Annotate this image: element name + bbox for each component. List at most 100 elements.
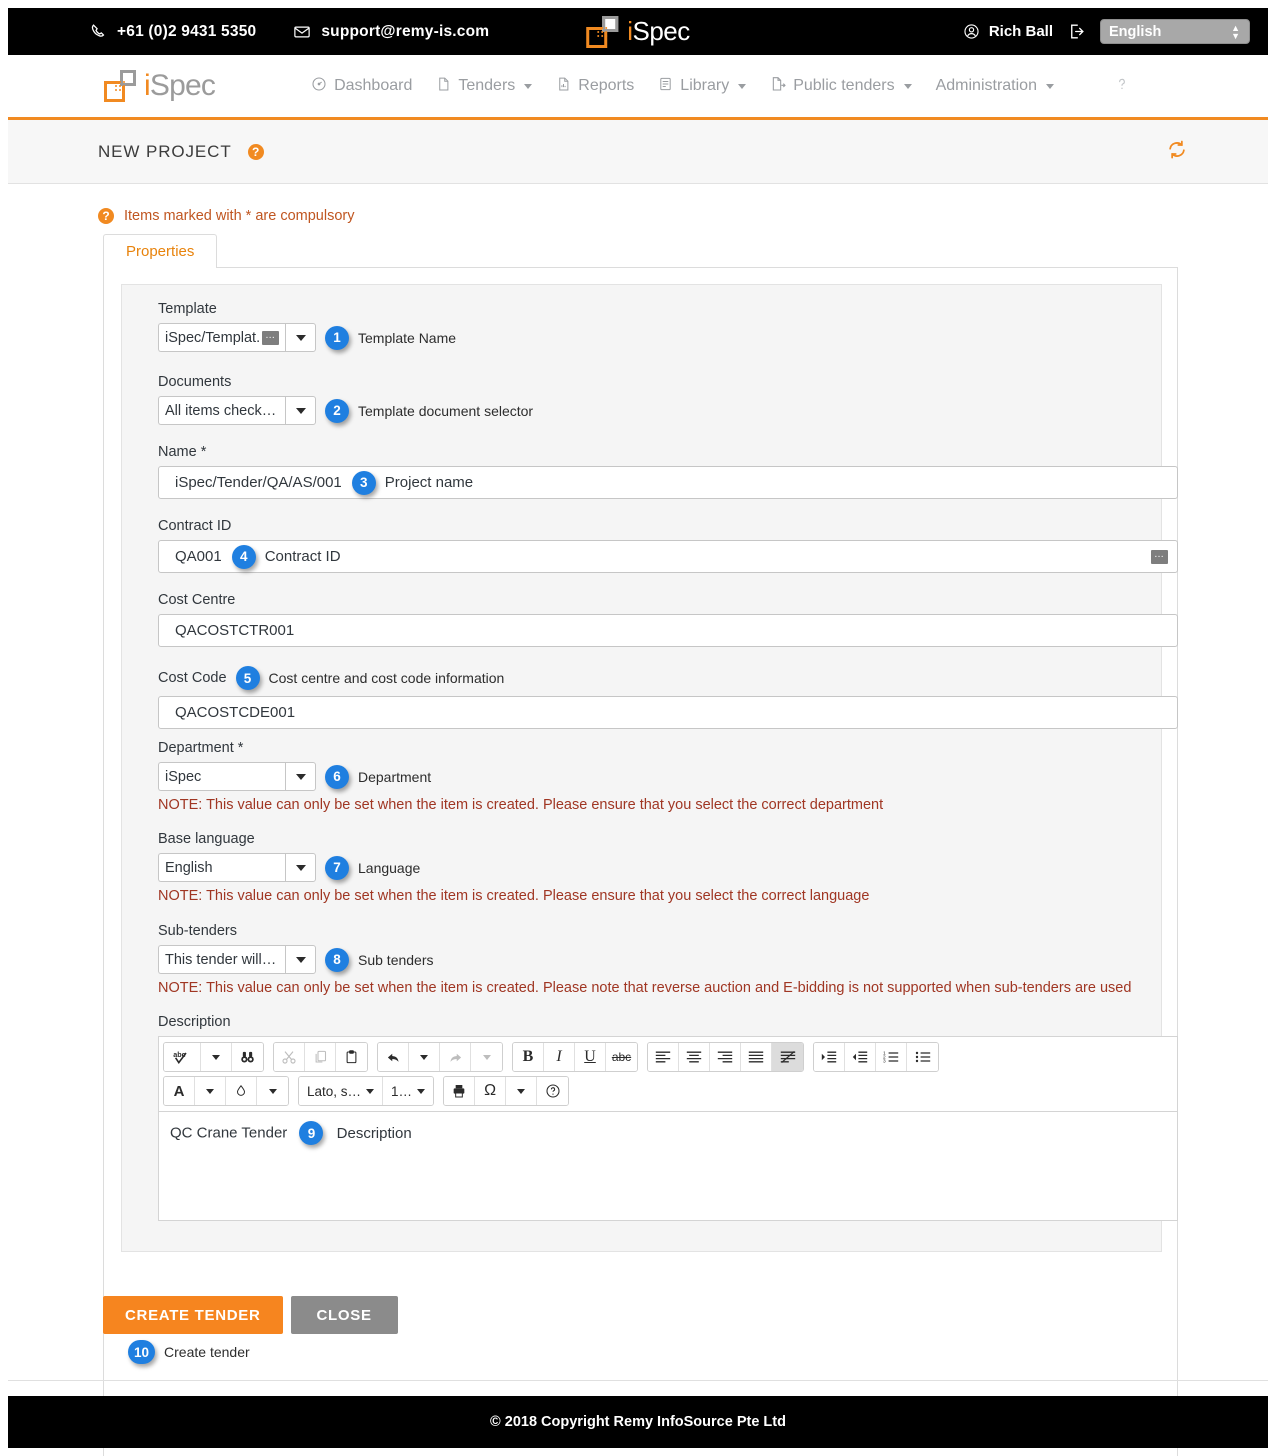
template-dropdown-button[interactable] (285, 323, 316, 352)
template-value: iSpec/Templat. … (158, 323, 285, 352)
strikethrough-button[interactable]: abc (606, 1043, 637, 1071)
undo-icon[interactable] (378, 1043, 409, 1071)
indent-icon[interactable] (814, 1043, 845, 1071)
fill-color-icon[interactable] (226, 1077, 257, 1105)
logout-icon[interactable] (1067, 22, 1086, 41)
label-documents: Documents (158, 374, 232, 390)
nav-item-reports[interactable]: Reports (556, 76, 634, 97)
underline-button[interactable]: U (575, 1043, 606, 1071)
redo-icon[interactable] (440, 1043, 471, 1071)
documents-select[interactable]: All items check… (158, 396, 316, 425)
library-icon (658, 76, 673, 97)
align-left-icon[interactable] (648, 1043, 679, 1071)
nav-item-dashboard[interactable]: Dashboard (311, 76, 412, 97)
editor-help-icon[interactable] (537, 1077, 569, 1105)
font-family-select[interactable]: Lato, s… (299, 1077, 384, 1105)
phone-number: +61 (0)2 9431 5350 (117, 22, 257, 40)
form-container: Template iSpec/Templat. … 1 Template Nam… (121, 284, 1178, 1252)
field-sub-tenders: Sub-tenders This tender will… 8 Sub tend… (158, 923, 1131, 996)
callout-badge-7: 7 (325, 855, 349, 880)
user-account[interactable]: Rich Ball (963, 23, 1053, 40)
contract-id-input[interactable]: QA001 4 Contract ID … (158, 540, 1178, 573)
bullet-list-icon[interactable] (907, 1043, 938, 1071)
spellcheck-icon[interactable]: abc (164, 1043, 201, 1071)
fill-color-dropdown-icon[interactable] (257, 1077, 288, 1105)
create-tender-button[interactable]: CREATE TENDER (103, 1296, 283, 1334)
app-window: +61 (0)2 9431 5350 support@remy-is.com i… (0, 0, 1276, 1456)
align-right-icon[interactable] (710, 1043, 741, 1071)
nav-item-administration[interactable]: Administration (936, 77, 1054, 95)
align-center-icon[interactable] (679, 1043, 710, 1071)
info-icon: ? (98, 208, 114, 224)
bold-button[interactable]: B (513, 1043, 544, 1071)
label-department: Department * (158, 740, 244, 756)
label-template: Template (158, 301, 217, 317)
document-icon (436, 76, 451, 97)
font-size-select[interactable]: 1… (383, 1077, 434, 1105)
contract-id-browse-icon[interactable]: … (1151, 550, 1168, 564)
department-note: NOTE: This value can only be set when th… (158, 797, 884, 813)
document-export-icon (770, 76, 786, 97)
tab-properties[interactable]: Properties (103, 234, 218, 269)
cost-code-input[interactable]: QACOSTCDE001 (158, 696, 1178, 729)
sub-tenders-dropdown-button[interactable] (285, 945, 316, 974)
language-select[interactable]: English ▲ ▼ (1100, 19, 1250, 44)
print-icon[interactable] (444, 1077, 476, 1105)
base-language-value: English (158, 853, 285, 882)
page-help-icon[interactable]: ? (247, 143, 264, 160)
nav-item-public-tenders[interactable]: Public tenders (770, 76, 912, 97)
template-browse-icon[interactable]: … (262, 330, 280, 345)
description-textarea[interactable]: QC Crane Tender 9 Description (158, 1111, 1178, 1221)
align-justify-icon[interactable] (741, 1043, 772, 1071)
callout-caption-10: Create tender (164, 1344, 250, 1360)
documents-dropdown-button[interactable] (285, 396, 316, 425)
special-character-dropdown-icon[interactable] (506, 1077, 538, 1105)
text-color-dropdown-icon[interactable] (195, 1077, 226, 1105)
callout-badge-9: 9 (299, 1121, 324, 1145)
spellcheck-dropdown-icon[interactable] (201, 1043, 232, 1071)
nav-label: Dashboard (334, 77, 413, 94)
page-content: ? Items marked with * are compulsory Pro… (8, 184, 1268, 1456)
find-icon[interactable] (232, 1043, 263, 1071)
nav-logo[interactable]: iSpec (104, 69, 216, 103)
nav-item-library[interactable]: Library (658, 76, 747, 97)
outdent-icon[interactable] (845, 1043, 876, 1071)
italic-button[interactable]: I (544, 1043, 575, 1071)
editor-toolbar-row-1: abc B I U abc 1 2 3 (163, 1042, 1173, 1072)
cost-centre-input[interactable]: QACOSTCTR001 (158, 614, 1178, 647)
department-select[interactable]: iSpec (158, 762, 316, 791)
name-input[interactable]: iSpec/Tender/QA/AS/001 3 Project name (158, 466, 1178, 499)
undo-dropdown-icon[interactable] (409, 1043, 440, 1071)
cut-icon[interactable] (274, 1043, 305, 1071)
nav-help[interactable] (1114, 75, 1142, 98)
base-language-dropdown-button[interactable] (285, 853, 316, 882)
department-dropdown-button[interactable] (285, 762, 316, 791)
callout-caption-9: Description (336, 1124, 412, 1142)
name-value: iSpec/Tender/QA/AS/001 (175, 474, 342, 491)
field-cost-code: Cost Code 5 Cost centre and cost code in… (158, 666, 1178, 729)
redo-dropdown-icon[interactable] (471, 1043, 502, 1071)
sub-tenders-select[interactable]: This tender will… (158, 945, 316, 974)
template-select[interactable]: iSpec/Templat. … (158, 323, 316, 352)
contract-id-value: QA001 (175, 548, 222, 565)
font-family-value: Lato, s… (307, 1083, 362, 1099)
editor-toolbar: abc B I U abc 1 2 3 A Lato, s… 1… Ω (158, 1036, 1178, 1111)
callout-badge-1: 1 (325, 325, 349, 350)
nav-item-tenders[interactable]: Tenders (436, 76, 533, 97)
label-cost-code: Cost Code (158, 670, 227, 686)
text-color-icon[interactable]: A (164, 1077, 195, 1105)
report-icon (556, 76, 571, 97)
field-name: Name * iSpec/Tender/QA/AS/001 3 Project … (158, 444, 1178, 499)
topbar-brand-text: iSpec (627, 16, 690, 46)
remove-format-icon[interactable] (772, 1043, 803, 1071)
description-value: QC Crane Tender (170, 1124, 288, 1142)
refresh-icon[interactable] (1166, 138, 1188, 165)
copy-icon[interactable] (305, 1043, 336, 1071)
field-description: Description abc B I U abc 1 2 3 A Lato, … (158, 1014, 1178, 1221)
base-language-select[interactable]: English (158, 853, 316, 882)
paste-icon[interactable] (336, 1043, 367, 1071)
numbered-list-icon[interactable]: 123 (876, 1043, 907, 1071)
page-footer: © 2018 Copyright Remy InfoSource Pte Ltd (8, 1396, 1268, 1448)
special-character-icon[interactable]: Ω (475, 1077, 507, 1105)
close-button[interactable]: CLOSE (290, 1296, 398, 1334)
